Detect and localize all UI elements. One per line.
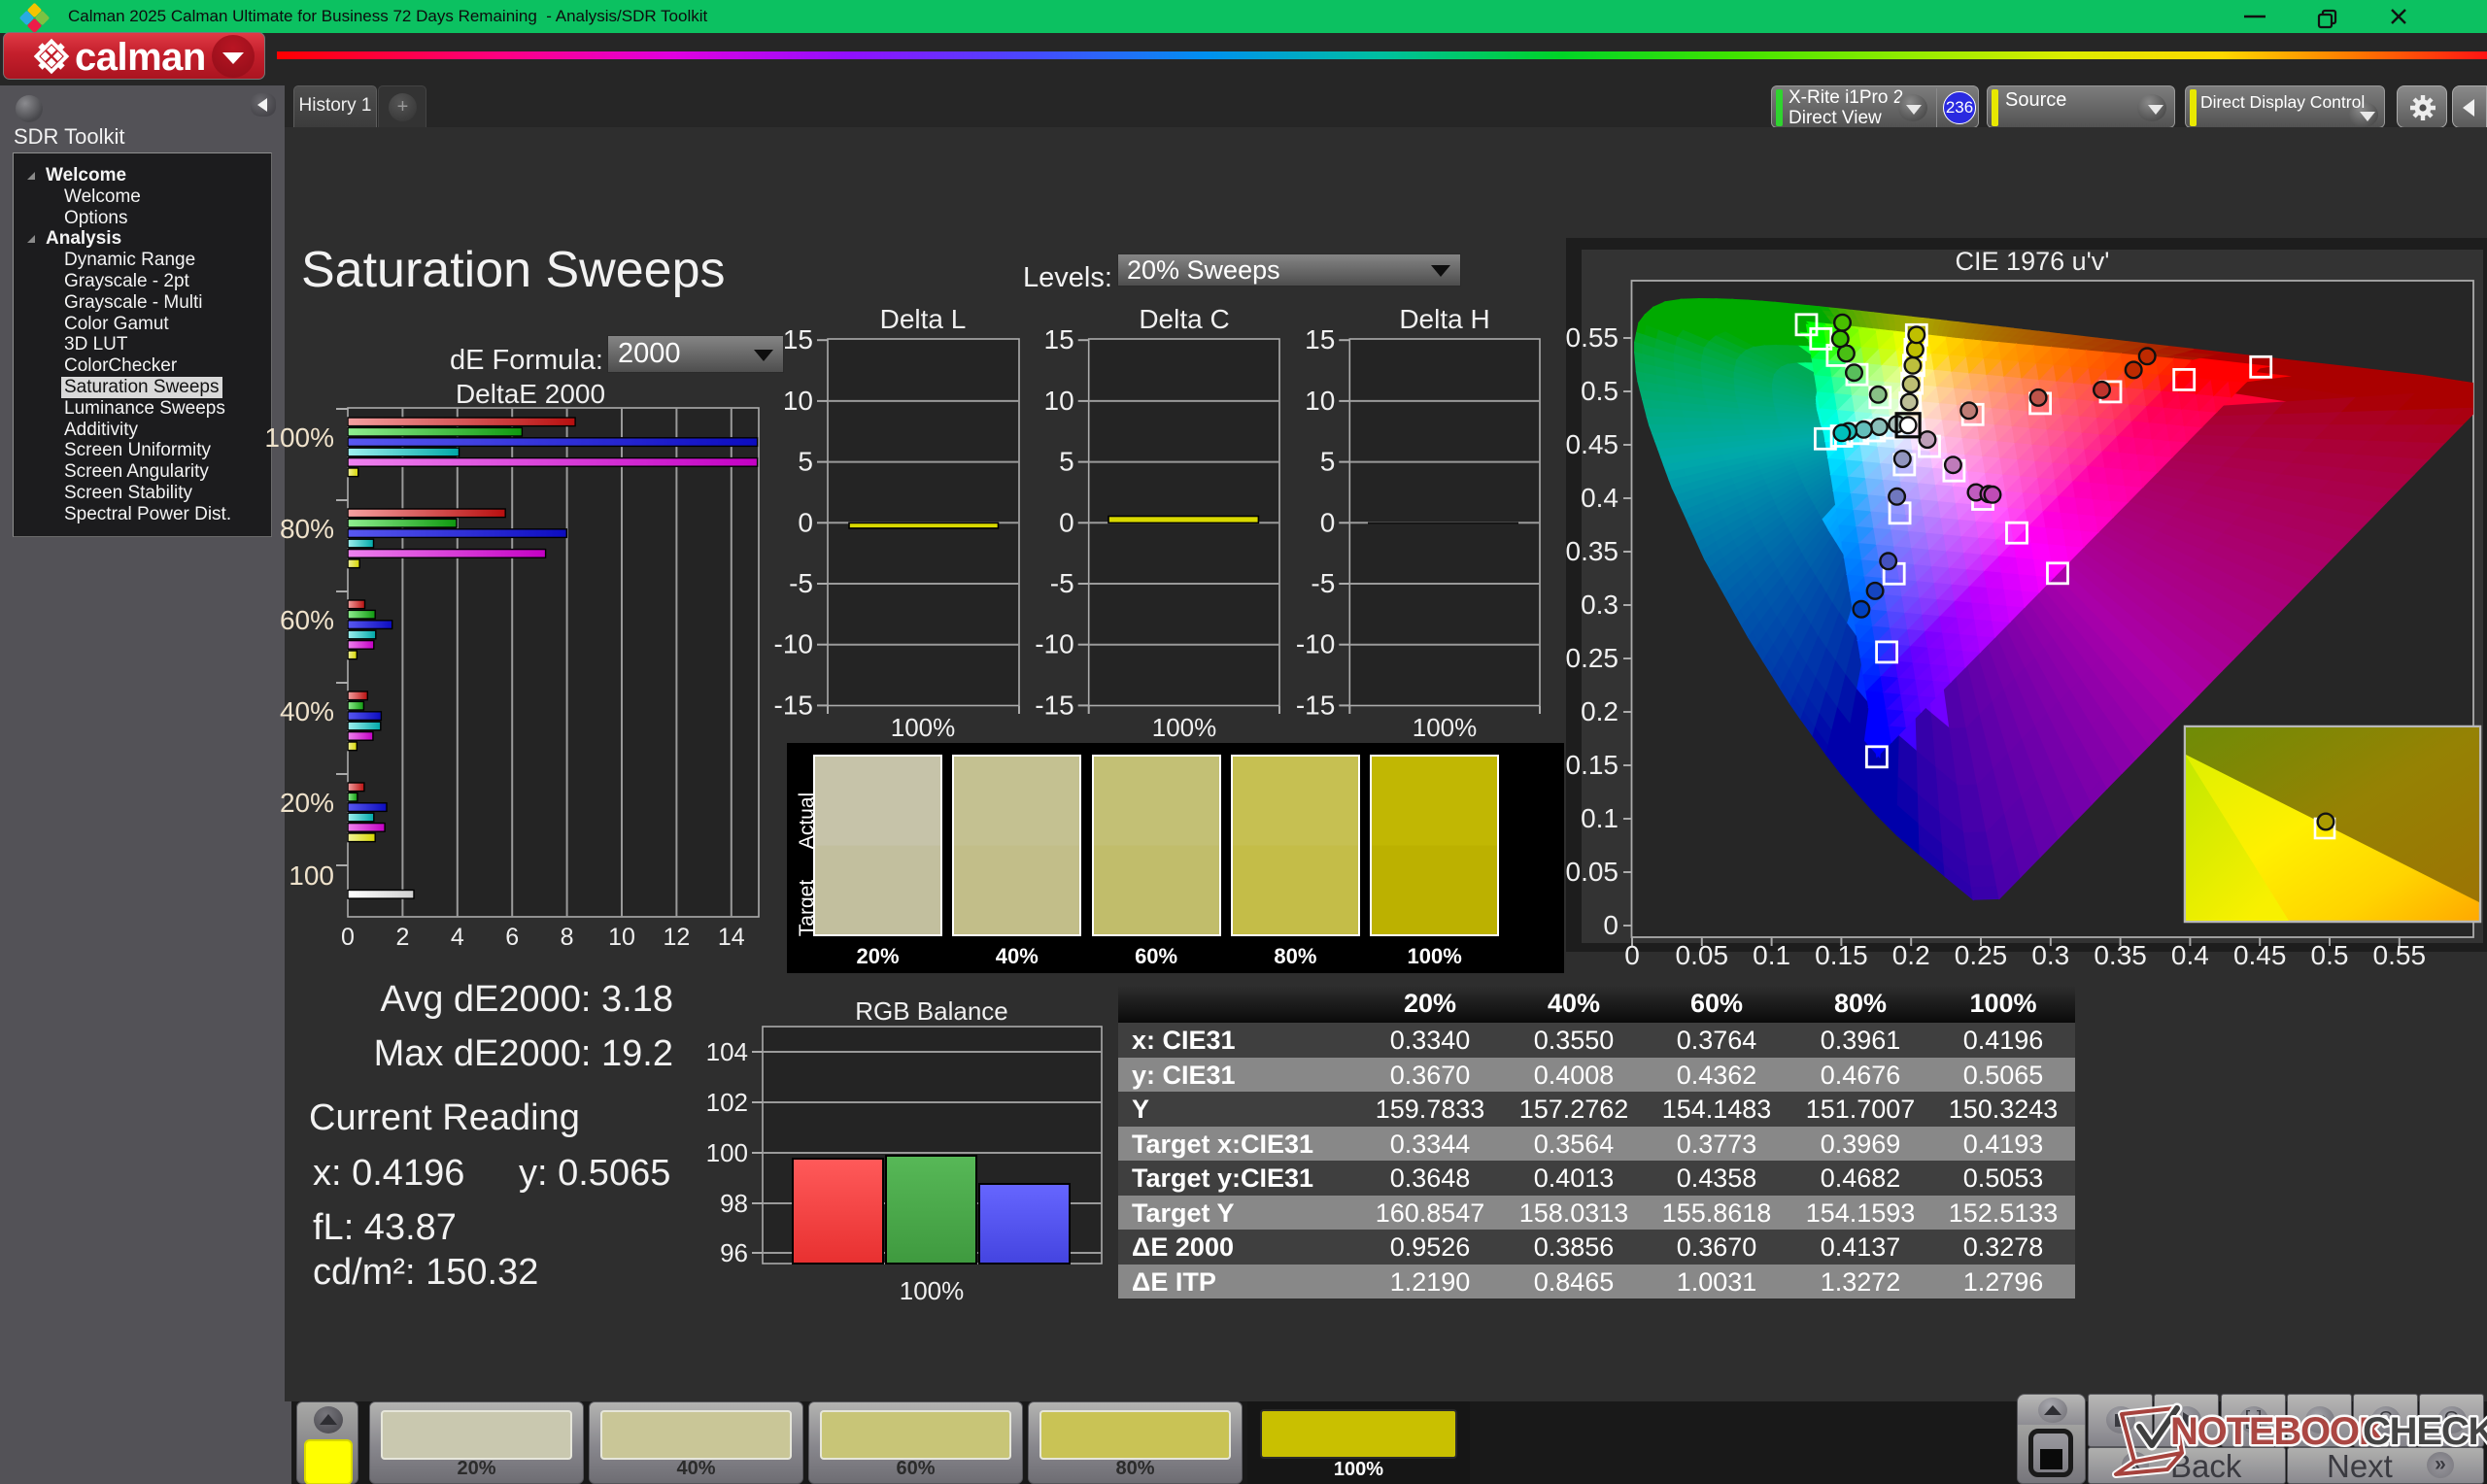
svg-text:0.15: 0.15 xyxy=(1815,940,1868,970)
svg-text:2: 2 xyxy=(395,924,409,951)
svg-text:-5: -5 xyxy=(1050,568,1074,598)
svg-text:4: 4 xyxy=(451,924,464,951)
svg-text:-10: -10 xyxy=(774,629,813,659)
svg-text:6: 6 xyxy=(505,924,519,951)
svg-text:100%: 100% xyxy=(891,713,956,742)
svg-text:0.15: 0.15 xyxy=(1566,750,1618,780)
svg-text:0: 0 xyxy=(1603,910,1618,940)
svg-text:100: 100 xyxy=(706,1138,748,1167)
svg-text:0.3: 0.3 xyxy=(1581,590,1618,620)
svg-text:Delta H: Delta H xyxy=(1399,304,1489,334)
svg-text:0.25: 0.25 xyxy=(1566,643,1618,673)
svg-text:0.35: 0.35 xyxy=(2094,940,2147,970)
svg-text:0.2: 0.2 xyxy=(1581,696,1618,726)
svg-text:0.4: 0.4 xyxy=(2171,940,2209,970)
svg-text:0.1: 0.1 xyxy=(1753,940,1790,970)
svg-text:0.55: 0.55 xyxy=(1566,322,1618,353)
svg-text:12: 12 xyxy=(663,924,690,951)
svg-text:15: 15 xyxy=(1305,324,1335,354)
svg-text:15: 15 xyxy=(1044,324,1074,354)
svg-text:15: 15 xyxy=(783,324,813,354)
svg-text:60%: 60% xyxy=(280,605,334,635)
svg-text:100%: 100% xyxy=(900,1276,965,1305)
svg-text:CIE 1976 u'v': CIE 1976 u'v' xyxy=(1956,247,2110,276)
svg-text:0.2: 0.2 xyxy=(1892,940,1930,970)
svg-text:CHECK: CHECK xyxy=(2363,1410,2487,1453)
svg-text:Delta C: Delta C xyxy=(1139,304,1229,334)
svg-text:5: 5 xyxy=(1059,447,1074,477)
svg-text:10: 10 xyxy=(1044,386,1074,416)
svg-text:NOTEBOOK: NOTEBOOK xyxy=(2170,1410,2387,1453)
svg-text:0: 0 xyxy=(1320,507,1336,537)
svg-text:10: 10 xyxy=(783,386,813,416)
svg-text:0: 0 xyxy=(341,924,355,951)
svg-text:0.45: 0.45 xyxy=(2233,940,2287,970)
svg-text:0: 0 xyxy=(798,507,813,537)
svg-text:Delta L: Delta L xyxy=(880,304,967,334)
svg-text:0.5: 0.5 xyxy=(1581,376,1618,406)
svg-text:-5: -5 xyxy=(1311,568,1335,598)
svg-text:104: 104 xyxy=(706,1037,748,1066)
svg-text:-10: -10 xyxy=(1296,629,1335,659)
svg-text:0.05: 0.05 xyxy=(1566,857,1618,887)
svg-text:0.1: 0.1 xyxy=(1581,803,1618,833)
svg-text:-15: -15 xyxy=(1296,690,1335,720)
svg-text:0: 0 xyxy=(1624,940,1640,970)
svg-text:calman: calman xyxy=(75,36,206,79)
svg-text:5: 5 xyxy=(1320,447,1336,477)
svg-text:-15: -15 xyxy=(1035,690,1073,720)
svg-text:0.25: 0.25 xyxy=(1955,940,2008,970)
svg-text:100: 100 xyxy=(289,860,334,891)
svg-text:-5: -5 xyxy=(789,568,813,598)
svg-text:0.45: 0.45 xyxy=(1566,429,1618,459)
svg-text:10: 10 xyxy=(1305,386,1335,416)
svg-text:96: 96 xyxy=(720,1238,748,1267)
svg-text:100%: 100% xyxy=(1152,713,1217,742)
svg-text:0.4: 0.4 xyxy=(1581,483,1618,513)
svg-text:102: 102 xyxy=(706,1088,748,1117)
svg-text:5: 5 xyxy=(798,447,813,477)
svg-text:8: 8 xyxy=(561,924,574,951)
svg-text:0.35: 0.35 xyxy=(1566,536,1618,566)
svg-text:0.5: 0.5 xyxy=(2311,940,2349,970)
svg-text:40%: 40% xyxy=(280,696,334,726)
svg-text:RGB Balance: RGB Balance xyxy=(855,996,1008,1026)
svg-text:0.55: 0.55 xyxy=(2373,940,2427,970)
svg-text:14: 14 xyxy=(718,924,745,951)
svg-text:DeltaE 2000: DeltaE 2000 xyxy=(456,379,605,409)
svg-text:100%: 100% xyxy=(1413,713,1478,742)
svg-text:10: 10 xyxy=(608,924,635,951)
svg-text:80%: 80% xyxy=(280,514,334,544)
svg-text:-15: -15 xyxy=(774,690,813,720)
svg-text:100%: 100% xyxy=(264,422,334,453)
svg-text:98: 98 xyxy=(720,1189,748,1218)
svg-text:0.05: 0.05 xyxy=(1676,940,1729,970)
svg-text:0: 0 xyxy=(1059,507,1074,537)
svg-text:-10: -10 xyxy=(1035,629,1073,659)
svg-text:20%: 20% xyxy=(280,788,334,818)
svg-text:0.3: 0.3 xyxy=(2031,940,2069,970)
